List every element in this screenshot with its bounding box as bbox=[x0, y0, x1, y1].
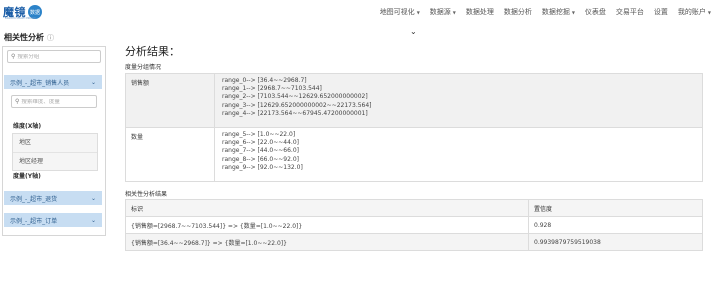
range-item: range_4--> [22173.564~~67945.47200000001… bbox=[222, 109, 368, 117]
nav-label: 交易平台 bbox=[615, 8, 644, 16]
range-list: range_0--> [36.4~~2968.7] range_1--> [29… bbox=[214, 73, 703, 128]
nav-label: 我的账户 bbox=[677, 8, 706, 16]
page-title: 相关性分析 ⓘ bbox=[4, 32, 54, 43]
nav-item-analysis[interactable]: 数据分析 bbox=[499, 6, 537, 19]
nav-label: 地图可视化 bbox=[379, 8, 415, 16]
group-search-box: ⚲ bbox=[7, 50, 101, 63]
column-header-confidence: 置信度 bbox=[528, 199, 703, 217]
nav-item-processing[interactable]: 数据处理 bbox=[461, 6, 499, 19]
chevron-down-icon: ⌄ bbox=[90, 216, 96, 224]
measure-name: 销售额 bbox=[125, 73, 215, 128]
range-item: range_3--> [12629.652000000002~~22173.56… bbox=[222, 101, 372, 109]
search-icon: ⚲ bbox=[11, 53, 16, 60]
caret-down-icon: ▼ bbox=[452, 10, 456, 15]
range-item: range_7--> [44.0~~66.0] bbox=[222, 147, 299, 155]
table-row: 销售额 range_0--> [36.4~~2968.7] range_1-->… bbox=[125, 73, 703, 128]
dataset-label: 示例_-_超市_订单 bbox=[10, 217, 58, 225]
table-row: 数量 range_5--> [1.0~~22.0] range_6--> [22… bbox=[125, 127, 703, 182]
chevron-down-icon: ⌄ bbox=[90, 194, 96, 202]
column-header-rule: 标识 bbox=[125, 199, 529, 217]
nav-item-map[interactable]: 地图可视化 ▼ bbox=[375, 6, 425, 19]
field-search-input[interactable] bbox=[21, 98, 92, 105]
confidence-cell: 0.9939879759519038 bbox=[528, 233, 703, 251]
nav-item-datasource[interactable]: 数据源 ▼ bbox=[425, 6, 461, 19]
group-search-input[interactable] bbox=[17, 53, 96, 60]
range-item: range_6--> [22.0~~44.0] bbox=[222, 139, 299, 147]
range-item: range_8--> [66.0~~92.0] bbox=[222, 155, 299, 163]
logo-subtitle: BIGDATA MAGIC MIRROR bbox=[5, 17, 36, 20]
nav-item-trading[interactable]: 交易平台 bbox=[611, 6, 649, 19]
nav-label: 设置 bbox=[653, 8, 668, 16]
rule-cell: {销售额=[2968.7~~7103.544]} => {数量=[1.0~~22… bbox=[125, 216, 529, 234]
info-icon[interactable]: ⓘ bbox=[47, 34, 54, 42]
binning-section-label: 度量分组情况 bbox=[125, 64, 162, 71]
range-item: range_2--> [7103.544~~12629.652000000002… bbox=[222, 93, 368, 101]
range-item: range_9--> [92.0~~132.0] bbox=[222, 163, 303, 171]
field-search-box: ⚲ bbox=[11, 95, 97, 108]
caret-down-icon: ▼ bbox=[707, 10, 711, 15]
nav-item-dashboard[interactable]: 仪表盘 bbox=[580, 6, 611, 19]
results-table: 标识 置信度 {销售额=[2968.7~~7103.544]} => {数量=[… bbox=[125, 199, 703, 251]
binning-table: 销售额 range_0--> [36.4~~2968.7] range_1-->… bbox=[125, 73, 703, 182]
results-title: 分析结果： bbox=[125, 45, 180, 58]
x-axis-label: 维度(X轴) bbox=[13, 123, 42, 130]
y-axis-label: 度量(Y轴) bbox=[13, 173, 41, 180]
chevron-down-icon[interactable]: ⌄ bbox=[410, 27, 417, 36]
dataset-item-salespeople[interactable]: 示例_-_超市_销售人员 ⌄ bbox=[4, 75, 102, 89]
dataset-item-orders[interactable]: 示例_-_超市_订单 ⌄ bbox=[4, 213, 102, 227]
range-item: range_0--> [36.4~~2968.7] bbox=[222, 77, 307, 84]
nav-label: 数据源 bbox=[429, 8, 451, 16]
dataset-item-returns[interactable]: 示例_-_超市_退货 ⌄ bbox=[4, 191, 102, 205]
nav-item-account[interactable]: 我的账户 ▼ bbox=[673, 6, 716, 19]
dimension-list: 地区 地区经理 bbox=[12, 133, 98, 171]
search-icon: ⚲ bbox=[15, 98, 20, 105]
nav-label: 数据处理 bbox=[465, 8, 494, 16]
table-row: {销售额=[2968.7~~7103.544]} => {数量=[1.0~~22… bbox=[125, 216, 703, 234]
range-item: range_1--> [2968.7~~7103.544] bbox=[222, 85, 322, 93]
dataset-label: 示例_-_超市_退货 bbox=[10, 195, 58, 203]
main-nav: 地图可视化 ▼ 数据源 ▼ 数据处理 数据分析 数据挖掘 ▼ 仪表盘 交易平台 设置 … bbox=[375, 6, 716, 19]
rule-cell: {销售额=[36.4~~2968.7]} => {数量=[1.0~~22.0]} bbox=[125, 233, 529, 251]
nav-label: 数据分析 bbox=[503, 8, 532, 16]
range-list: range_5--> [1.0~~22.0] range_6--> [22.0~… bbox=[214, 127, 703, 182]
nav-item-mining[interactable]: 数据挖掘 ▼ bbox=[537, 6, 580, 19]
confidence-cell: 0.928 bbox=[528, 216, 703, 234]
caret-down-icon: ▼ bbox=[416, 10, 420, 15]
dimension-item-region-manager[interactable]: 地区经理 bbox=[13, 152, 97, 171]
page-title-text: 相关性分析 bbox=[4, 33, 44, 42]
table-row: {销售额=[36.4~~2968.7]} => {数量=[1.0~~22.0]}… bbox=[125, 233, 703, 251]
dataset-label: 示例_-_超市_销售人员 bbox=[10, 79, 70, 87]
nav-item-settings[interactable]: 设置 bbox=[649, 6, 673, 19]
sidebar: ⚲ 示例_-_超市_销售人员 ⌄ ⚲ 维度(X轴) 地区 地区经理 度量(Y轴)… bbox=[2, 46, 106, 236]
table-header-row: 标识 置信度 bbox=[125, 199, 703, 217]
top-bar: 魔镜 数据 BIGDATA MAGIC MIRROR 地图可视化 ▼ 数据源 ▼ 数… bbox=[0, 0, 720, 24]
results-section-label: 相关性分析结果 bbox=[125, 191, 168, 198]
range-item: range_5--> [1.0~~22.0] bbox=[222, 131, 296, 138]
nav-label: 数据挖掘 bbox=[541, 8, 570, 16]
caret-down-icon: ▼ bbox=[571, 10, 575, 15]
dimension-item-region[interactable]: 地区 bbox=[13, 134, 97, 152]
app-logo[interactable]: 魔镜 数据 BIGDATA MAGIC MIRROR bbox=[3, 3, 42, 21]
chevron-down-icon: ⌄ bbox=[90, 78, 96, 86]
measure-name: 数量 bbox=[125, 127, 215, 182]
nav-label: 仪表盘 bbox=[584, 8, 606, 16]
